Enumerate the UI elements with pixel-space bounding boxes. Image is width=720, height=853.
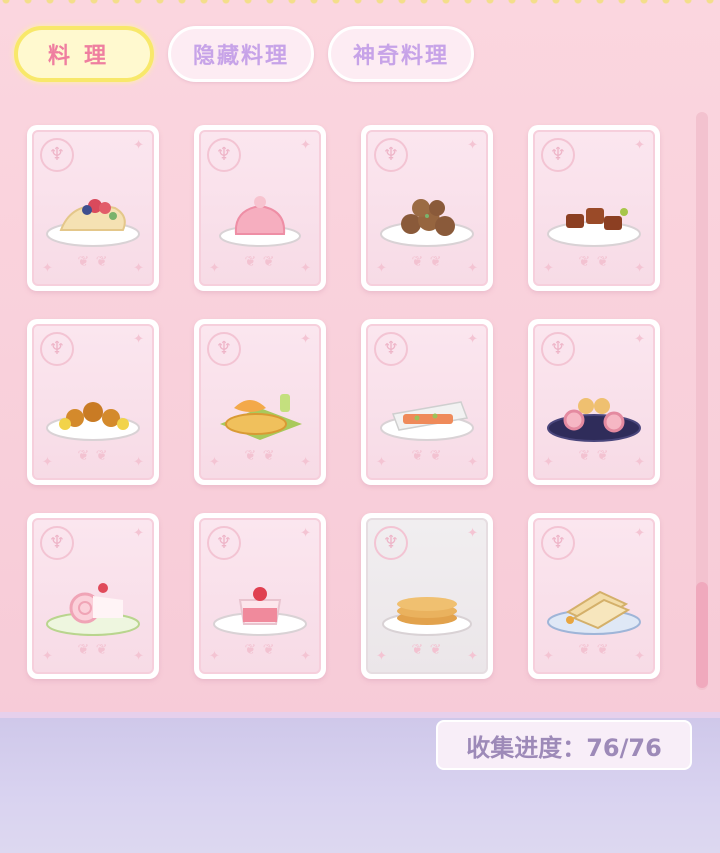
dish-card-lemon-chicken[interactable]: ♆ ✦ ❦ ❦ ✦ ✦ xyxy=(27,319,159,485)
tab-hidden-dishes[interactable]: 隐藏料理 xyxy=(168,26,315,82)
sparkle-icon: ✦ xyxy=(300,332,311,347)
sparkle-icon: ✦ xyxy=(42,649,53,664)
collection-progress-label: 收集进度：76/76 xyxy=(436,720,692,770)
fork-spoon-icon: ♆ xyxy=(541,526,575,560)
dish-card-meatballs[interactable]: ♆ ✦ ❦ ❦ ✦ ✦ xyxy=(361,125,493,291)
toast-sandwich-dish-image xyxy=(547,590,641,635)
dish-card-strawberry-roll-cake[interactable]: ♆ ✦ ❦ ❦ ✦ ✦ xyxy=(27,513,159,679)
sparkle-icon: ✦ xyxy=(634,455,645,470)
dish-card-salmon-toast[interactable]: ♆ ✦ ❦ ❦ ✦ ✦ xyxy=(361,319,493,485)
fork-spoon-icon: ♆ xyxy=(207,526,241,560)
strawberry-roll-cake-dish-image xyxy=(46,583,140,636)
dish-card-pancakes[interactable]: ♆ ✦ ❦ ❦ ✦ ✦ xyxy=(361,513,493,679)
strawberry-jelly-dish-image xyxy=(219,196,301,247)
sparkle-icon: ✦ xyxy=(467,261,478,276)
fork-spoon-icon: ♆ xyxy=(40,526,74,560)
dish-card-taco-fruit[interactable]: ♆ ✦ ❦ ❦ ✦ ✦ xyxy=(27,125,159,291)
tab-magic-dishes[interactable]: 神奇料理 xyxy=(328,26,475,82)
sparkle-icon: ✦ xyxy=(543,455,554,470)
sparkle-icon: ✦ xyxy=(376,649,387,664)
pancakes-dish-image xyxy=(382,597,472,636)
sparkle-icon: ✦ xyxy=(209,649,220,664)
sparkle-icon: ✦ xyxy=(634,138,645,153)
sparkle-icon: ✦ xyxy=(376,455,387,470)
swiss-rolls-dish-image xyxy=(547,398,641,442)
fork-spoon-icon: ♆ xyxy=(207,138,241,172)
sparkle-icon: ✦ xyxy=(133,261,144,276)
sparkle-icon: ✦ xyxy=(467,138,478,153)
sparkle-icon: ✦ xyxy=(133,138,144,153)
sparkle-icon: ✦ xyxy=(467,332,478,347)
fork-spoon-icon: ♆ xyxy=(541,138,575,172)
dish-card-toast-sandwich[interactable]: ♆ ✦ ❦ ❦ ✦ ✦ xyxy=(528,513,660,679)
fish-platter-dish-image xyxy=(220,394,302,440)
fork-spoon-icon: ♆ xyxy=(374,138,408,172)
salmon-toast-dish-image xyxy=(380,401,474,441)
sparkle-icon: ✦ xyxy=(634,332,645,347)
category-tabs: 料理 隐藏料理 神奇料理 xyxy=(14,26,475,86)
sparkle-icon: ✦ xyxy=(42,261,53,276)
scrollbar-thumb[interactable] xyxy=(696,582,708,688)
sparkle-icon: ✦ xyxy=(543,649,554,664)
fork-spoon-icon: ♆ xyxy=(374,332,408,366)
lemon-chicken-dish-image xyxy=(46,402,140,441)
fork-spoon-icon: ♆ xyxy=(541,332,575,366)
sparkle-icon: ✦ xyxy=(133,649,144,664)
sparkle-icon: ✦ xyxy=(376,261,387,276)
sparkle-icon: ✦ xyxy=(634,649,645,664)
dish-card-fish-platter[interactable]: ♆ ✦ ❦ ❦ ✦ ✦ xyxy=(194,319,326,485)
sparkle-icon: ✦ xyxy=(133,455,144,470)
fork-spoon-icon: ♆ xyxy=(40,332,74,366)
sparkle-icon: ✦ xyxy=(634,261,645,276)
meatballs-dish-image xyxy=(380,199,474,247)
sparkle-icon: ✦ xyxy=(300,138,311,153)
sparkle-icon: ✦ xyxy=(467,649,478,664)
sparkle-icon: ✦ xyxy=(300,455,311,470)
dish-card-swiss-rolls[interactable]: ♆ ✦ ❦ ❦ ✦ ✦ xyxy=(528,319,660,485)
sparkle-icon: ✦ xyxy=(133,526,144,541)
sparkle-icon: ✦ xyxy=(209,261,220,276)
sparkle-icon: ✦ xyxy=(543,261,554,276)
sparkle-icon: ✦ xyxy=(300,649,311,664)
dish-card-braised-pork[interactable]: ♆ ✦ ❦ ❦ ✦ ✦ xyxy=(528,125,660,291)
sparkle-icon: ✦ xyxy=(42,455,53,470)
top-trim-decoration xyxy=(0,0,720,8)
sparkle-icon: ✦ xyxy=(467,455,478,470)
tab-dishes[interactable]: 料理 xyxy=(14,26,154,82)
dish-card-strawberry-jelly[interactable]: ♆ ✦ ❦ ❦ ✦ ✦ xyxy=(194,125,326,291)
scrollbar[interactable] xyxy=(696,112,708,690)
fork-spoon-icon: ♆ xyxy=(40,138,74,172)
sparkle-icon: ✦ xyxy=(133,332,144,347)
sparkle-icon: ✦ xyxy=(300,526,311,541)
sparkle-icon: ✦ xyxy=(300,261,311,276)
taco-fruit-dish-image xyxy=(46,199,140,247)
fork-spoon-icon: ♆ xyxy=(207,332,241,366)
fork-spoon-icon: ♆ xyxy=(374,526,408,560)
sparkle-icon: ✦ xyxy=(209,455,220,470)
dish-card-strawberry-pudding[interactable]: ♆ ✦ ❦ ❦ ✦ ✦ xyxy=(194,513,326,679)
sparkle-icon: ✦ xyxy=(467,526,478,541)
dish-card-grid: ♆ ✦ ❦ ❦ ✦ ✦ ♆ ✦ ❦ ❦ ✦ ✦ ♆ ✦ ❦ ❦ ✦ ✦ ♆ ✦ … xyxy=(27,125,660,679)
strawberry-pudding-dish-image xyxy=(213,587,307,636)
braised-pork-dish-image xyxy=(547,208,641,247)
sparkle-icon: ✦ xyxy=(634,526,645,541)
